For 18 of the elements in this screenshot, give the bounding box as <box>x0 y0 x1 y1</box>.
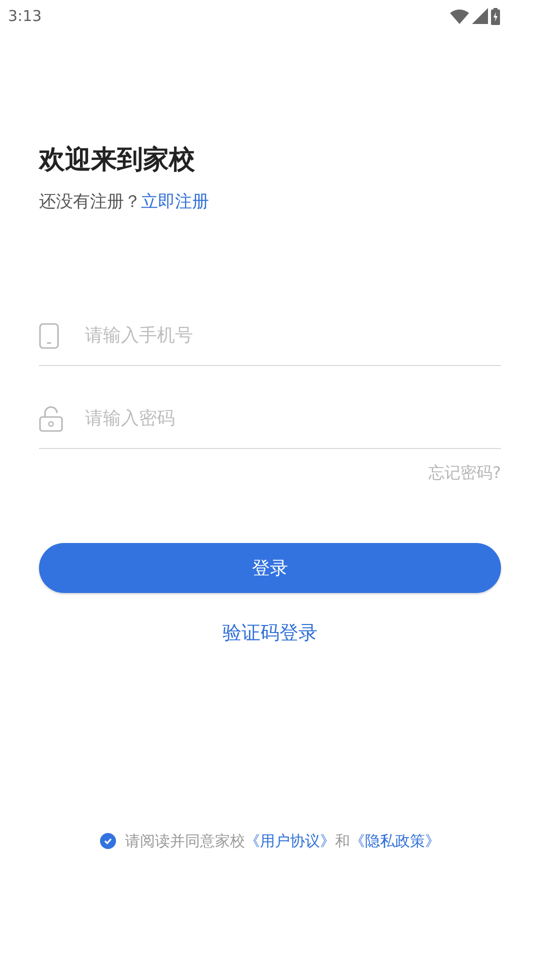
input-field[interactable]: 请输入手机号 <box>85 322 501 349</box>
signal-icon <box>472 8 488 24</box>
register-link[interactable]: 立即注册 <box>141 192 209 212</box>
user-agreement-link[interactable]: 《用户协议》 <box>245 832 335 850</box>
register-prompt: 还没有注册？立即注册 <box>39 191 210 214</box>
agreement-checkbox[interactable] <box>100 832 116 849</box>
privacy-policy-link[interactable]: 《隐私政策》 <box>350 832 440 850</box>
code-login-link[interactable]: 验证码登录 <box>222 619 318 648</box>
agreement-text: 请阅读并同意家校《用户协议》和《隐私政策》 <box>125 830 440 852</box>
check-icon <box>103 836 113 846</box>
lock-icon <box>39 406 63 432</box>
wifi-icon <box>450 8 469 24</box>
status-time: 3:13 <box>8 6 42 27</box>
input-field[interactable]: 请输入密码 <box>85 405 501 432</box>
battery-icon <box>491 8 500 24</box>
phone-icon <box>39 322 59 348</box>
login-button[interactable]: 登录 <box>39 543 501 593</box>
welcome-title: 欢迎来到家校 <box>39 144 196 177</box>
